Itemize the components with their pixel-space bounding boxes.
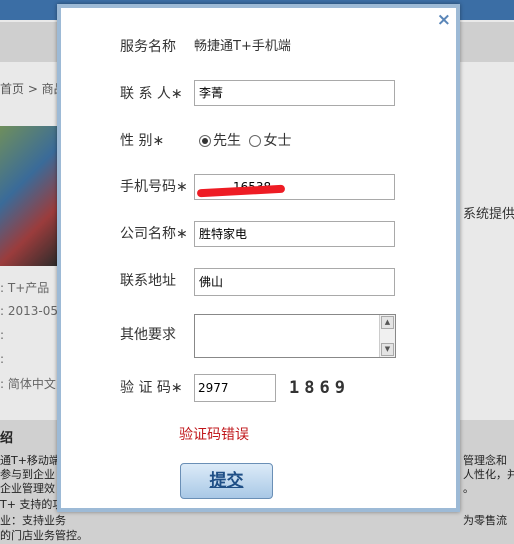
side-text: 系统提供 (463, 207, 514, 222)
error-message: 验证码错误 (179, 427, 249, 443)
company-input[interactable]: 胜特家电 (194, 221, 395, 247)
required-mark: ∗ (176, 226, 188, 242)
desc-line-right: 为零售流 (463, 514, 507, 527)
other-textarea[interactable]: ▲ ▼ (194, 314, 396, 358)
desc-line: 业：支持业务 (0, 514, 66, 527)
service-row: 服务名称 畅捷通T+手机端 (61, 32, 456, 62)
section-heading: 绍 (0, 431, 14, 446)
captcha-label: 验 证 码∗ (120, 380, 183, 396)
radio-male[interactable] (199, 135, 211, 147)
desc-line: 的门店业务管控。 (0, 529, 88, 542)
required-mark: ∗ (176, 179, 188, 195)
gender-radio-group: 先生 女士 (199, 126, 291, 156)
required-mark: ∗ (152, 133, 165, 149)
address-label: 联系地址 (120, 273, 176, 289)
product-thumbnail (0, 126, 58, 266)
product-language: : 简体中文 (0, 377, 56, 391)
submit-button[interactable]: 提交 (180, 463, 273, 499)
captcha-input[interactable]: 2977 (194, 374, 276, 402)
captcha-image[interactable]: 1869 (289, 373, 350, 403)
service-label: 服务名称 (120, 39, 176, 55)
product-meta-blank: : (0, 328, 5, 342)
radio-male-label: 先生 (213, 133, 241, 149)
scroll-down-icon[interactable]: ▼ (381, 343, 394, 356)
desc-line: 企业管理效 (0, 482, 55, 495)
phone-label: 手机号码∗ (120, 179, 188, 195)
required-mark: ∗ (170, 86, 183, 102)
textarea-scrollbar[interactable]: ▲ ▼ (379, 315, 395, 357)
company-row: 公司名称∗ 胜特家电 (61, 219, 456, 249)
contact-form-dialog: × 服务名称 畅捷通T+手机端 联 系 人∗ 李菁 性 别∗ 先生 女士 手机号… (57, 4, 460, 512)
radio-female[interactable] (249, 135, 262, 147)
contact-label: 联 系 人∗ (120, 86, 183, 102)
required-mark: ∗ (170, 380, 183, 396)
product-date: : 2013-05- (0, 304, 63, 318)
captcha-row: 验 证 码∗ 2977 1869 (61, 373, 456, 403)
address-row: 联系地址 佛山 (61, 266, 456, 296)
other-label: 其他要求 (120, 327, 176, 343)
contact-row: 联 系 人∗ 李菁 (61, 79, 456, 109)
other-row: 其他要求 ▲ ▼ (61, 314, 456, 358)
desc-line-right: 。 (463, 482, 474, 495)
gender-row: 性 别∗ 先生 女士 (61, 126, 456, 156)
product-type: : T+产品 (0, 281, 50, 295)
address-input[interactable]: 佛山 (194, 268, 395, 296)
gender-label: 性 别∗ (120, 133, 165, 149)
scroll-up-icon[interactable]: ▲ (381, 316, 394, 329)
radio-female-label: 女士 (263, 133, 292, 149)
product-meta-blank: : (0, 352, 5, 366)
service-value: 畅捷通T+手机端 (194, 39, 291, 54)
desc-line: T+ 支持的功 (0, 498, 64, 511)
contact-input[interactable]: 李菁 (194, 80, 395, 106)
company-label: 公司名称∗ (120, 226, 188, 242)
close-icon[interactable]: × (437, 11, 451, 29)
